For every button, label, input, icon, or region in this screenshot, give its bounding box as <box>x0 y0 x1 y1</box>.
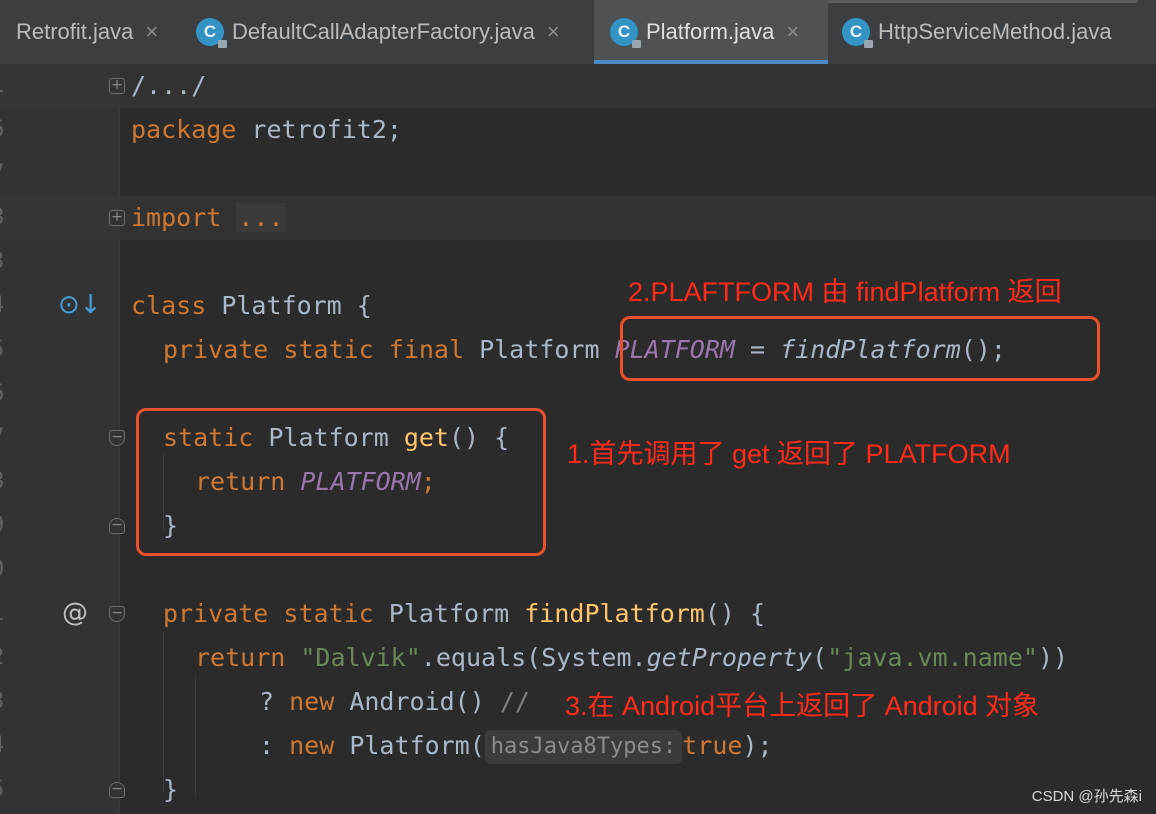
code-text: } <box>163 775 179 804</box>
tab-label: Retrofit.java <box>16 19 134 44</box>
fold-expand-icon[interactable]: + <box>109 78 125 94</box>
line-number: 8 <box>0 460 13 504</box>
tab-label: DefaultCallAdapterFactory.java <box>232 19 535 44</box>
line-number: 1 <box>0 592 13 636</box>
close-icon[interactable]: × <box>145 19 158 45</box>
line-number: 3 <box>0 680 13 724</box>
tab-http-service-method[interactable]: C HttpServiceMethod.java <box>842 0 1156 64</box>
line-number: 0 <box>0 548 13 592</box>
line-number: 4 <box>0 724 13 768</box>
lock-icon <box>864 40 873 48</box>
fold-collapse-icon[interactable]: − <box>109 606 125 622</box>
code-line: 2 return "Dalvik".equals(System.getPrope… <box>0 636 1156 680</box>
fold-collapse-icon[interactable]: − <box>109 782 125 798</box>
line-number: 2 <box>0 636 13 680</box>
annotation-note-3: 3.在 Android平台上返回了 Android 对象 <box>565 691 1040 721</box>
folded-imports[interactable]: ... <box>236 203 286 232</box>
line-number: 9 <box>0 504 13 548</box>
class-icon: C <box>610 18 641 48</box>
close-icon[interactable]: × <box>786 19 799 45</box>
tab-platform[interactable]: C Platform.java × <box>594 0 828 64</box>
close-icon[interactable]: × <box>547 19 560 45</box>
code-line: 7 <box>0 152 1156 196</box>
code-line: 5 − } <box>0 768 1156 812</box>
code-line: 1 @ − private static Platform findPlatfo… <box>0 592 1156 636</box>
line-number: 3 <box>0 240 13 284</box>
lock-icon <box>218 40 227 48</box>
annotation-note-2: 2.PLAFTFORM 由 findPlatform 返回 <box>628 277 1062 307</box>
code-line: 4 : new Platform(hasJava8Types:true); <box>0 724 1156 768</box>
code-line: 8 + import ... <box>0 196 1156 240</box>
code-text: package retrofit2; <box>131 115 402 144</box>
line-number: 6 <box>0 108 13 152</box>
code-text: private static Platform findPlatform() { <box>163 599 766 628</box>
line-number: 7 <box>0 416 13 460</box>
code-text: /.../ <box>131 71 207 100</box>
line-number: 5 <box>0 328 13 372</box>
tab-default-call-adapter-factory[interactable]: C DefaultCallAdapterFactory.java × <box>196 0 594 64</box>
code-text: class Platform { <box>131 291 372 320</box>
implementing-method-icon[interactable]: ⊙↓ <box>58 290 102 320</box>
class-icon: C <box>842 18 873 48</box>
line-number: 7 <box>0 152 13 196</box>
watermark: CSDN @孙先森i <box>1031 788 1142 805</box>
code-line: 1 + /.../ <box>0 64 1156 108</box>
fold-expand-icon[interactable]: + <box>109 210 125 226</box>
override-icon[interactable]: @ <box>62 598 88 628</box>
line-number: 5 <box>0 768 13 812</box>
line-number: 1 <box>0 64 13 108</box>
fold-collapse-icon[interactable]: − <box>109 518 125 534</box>
parameter-hint: hasJava8Types: <box>484 730 683 764</box>
highlight-box-platform-field <box>620 316 1100 381</box>
code-text: return "Dalvik".equals(System.getPropert… <box>195 643 1069 672</box>
fold-collapse-icon[interactable]: − <box>109 430 125 446</box>
tab-retrofit[interactable]: Retrofit.java × <box>0 0 184 64</box>
code-text: ? new Android() // <box>259 687 530 716</box>
line-number: 6 <box>0 372 13 416</box>
annotation-note-1: 1.首先调用了 get 返回了 PLATFORM <box>567 439 1011 469</box>
tab-label: Platform.java <box>646 19 775 44</box>
tab-label: HttpServiceMethod.java <box>878 19 1112 44</box>
editor-tab-bar: Retrofit.java × C DefaultCallAdapterFact… <box>0 0 1156 65</box>
line-number: 4 <box>0 284 13 328</box>
highlight-box-get-method <box>136 408 546 556</box>
class-icon: C <box>196 18 227 48</box>
lock-icon <box>632 40 641 48</box>
code-line: 6 package retrofit2; <box>0 108 1156 152</box>
line-number: 8 <box>0 196 13 240</box>
code-text: : new Platform(hasJava8Types: true); <box>259 724 773 768</box>
code-text: import ... <box>131 203 286 232</box>
